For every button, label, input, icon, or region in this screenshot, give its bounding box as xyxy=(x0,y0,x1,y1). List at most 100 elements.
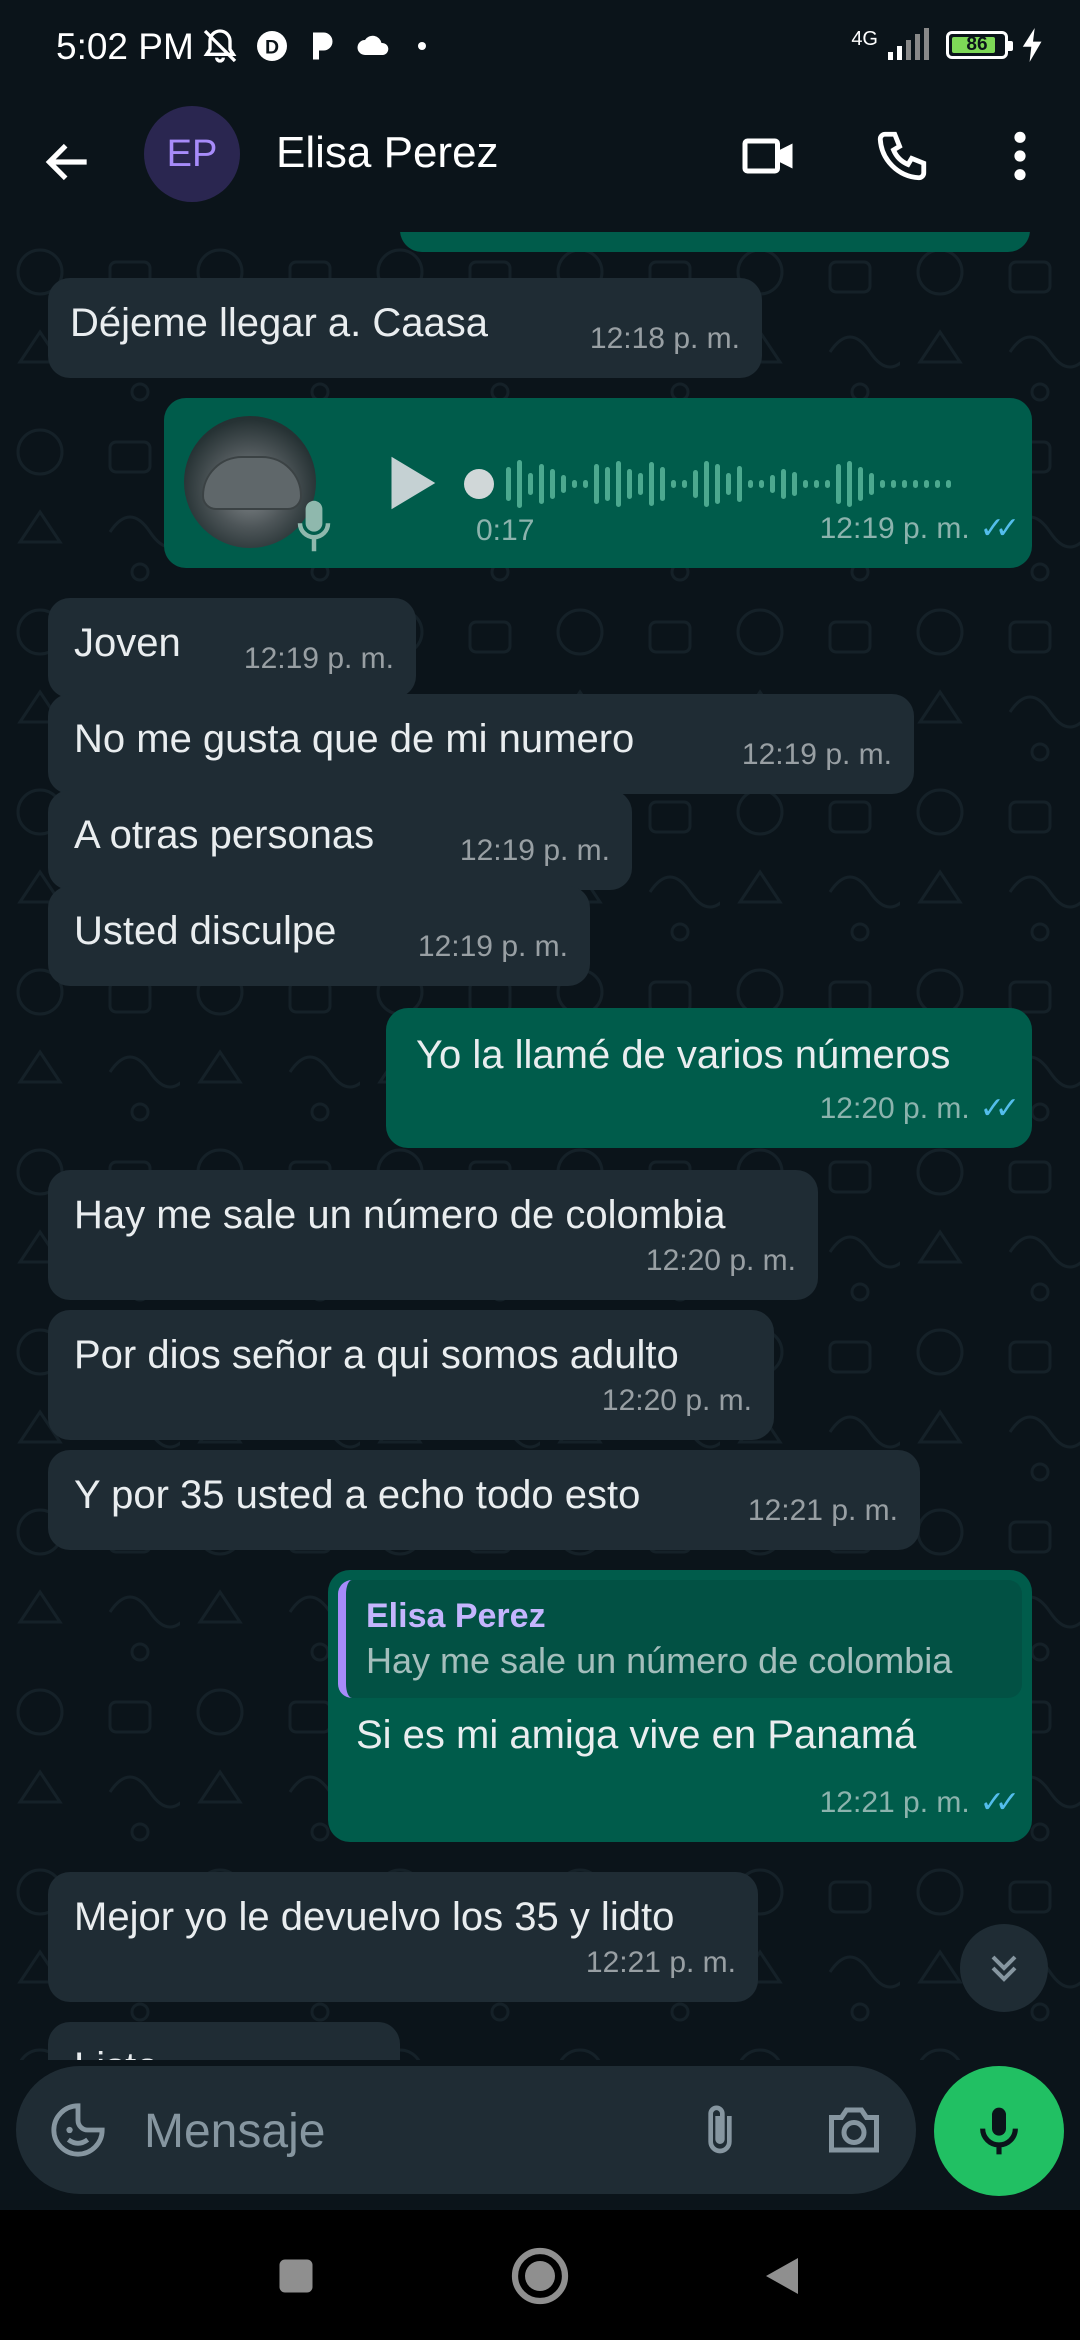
message-input[interactable]: Mensaje xyxy=(144,2104,325,2159)
waveform-bar xyxy=(781,469,786,499)
sticker-smiley-icon xyxy=(51,2103,105,2157)
status-bar: 5:02 PM D 4G 86 xyxy=(0,0,1080,92)
waveform-bar xyxy=(869,473,874,495)
message-text: Yo la llamé de varios números xyxy=(416,1033,951,1077)
waveform-bar xyxy=(880,480,885,488)
chat-header: EP Elisa Perez xyxy=(0,92,1080,233)
play-button[interactable] xyxy=(374,448,444,530)
message-time: 12:20 p. m. xyxy=(819,1092,970,1125)
waveform-bar xyxy=(506,467,511,501)
message-bubble[interactable]: Usted disculpe 12:19 p. m. xyxy=(48,886,590,986)
reply-message-bubble[interactable]: Elisa Perez Hay me sale un número de col… xyxy=(328,1570,1032,1842)
message-text: Listo xyxy=(74,2042,374,2060)
waveform-scrubber[interactable] xyxy=(464,469,494,499)
avatar[interactable]: EP xyxy=(144,106,240,202)
waveform-bar xyxy=(770,475,775,493)
home-button[interactable] xyxy=(508,2244,572,2308)
waveform-bar xyxy=(660,467,665,501)
contact-name[interactable]: Elisa Perez xyxy=(276,128,499,178)
message-bubble[interactable]: Déjeme llegar a. Caasa 12:18 p. m. xyxy=(48,278,762,378)
message-bubble[interactable]: Yo la llamé de varios números 12:20 p. m… xyxy=(386,1008,1032,1148)
voice-message-bubble[interactable]: 0:17 12:19 p. m. ✓✓ xyxy=(164,398,1032,568)
waveform-bar xyxy=(759,480,764,488)
message-time: 12:19 p. m. xyxy=(417,930,568,963)
system-icons: 4G 86 xyxy=(851,28,1044,62)
more-notifications-dot-icon xyxy=(418,42,426,50)
message-bubble[interactable]: Por dios señor a qui somos adulto 12:20 … xyxy=(48,1310,774,1440)
message-time: 12:19 p. m. xyxy=(243,642,394,675)
message-time: 12:19 p. m. xyxy=(819,512,970,545)
home-circle-icon xyxy=(511,2247,569,2305)
attach-button[interactable] xyxy=(688,2098,752,2162)
waveform-bar xyxy=(737,466,742,502)
voice-record-button[interactable] xyxy=(934,2066,1064,2196)
message-time: 12:19 p. m. xyxy=(741,738,892,771)
play-icon xyxy=(391,456,436,510)
message-time: 12:18 p. m. xyxy=(589,322,740,355)
message-bubble[interactable]: Hay me sale un número de colombia 12:20 … xyxy=(48,1170,818,1300)
battery-level: 86 xyxy=(966,34,988,55)
avatar-initials: EP xyxy=(166,132,218,175)
quoted-text: Hay me sale un número de colombia xyxy=(366,1640,953,1681)
waveform-bar xyxy=(561,475,566,493)
waveform-bar xyxy=(572,480,577,488)
message-text: Mejor yo le devuelvo los 35 y lidto xyxy=(74,1895,675,1939)
square-icon xyxy=(279,2259,313,2293)
waveform-bar xyxy=(891,480,896,488)
message-bubble[interactable]: Y por 35 usted a echo todo esto 12:21 p.… xyxy=(48,1450,920,1550)
waveform-bar xyxy=(803,480,808,488)
charging-icon xyxy=(1022,28,1042,62)
message-composer: Mensaje xyxy=(0,2060,1080,2210)
video-call-button[interactable] xyxy=(738,124,802,188)
message-input-container[interactable]: Mensaje xyxy=(16,2066,916,2194)
more-options-button[interactable] xyxy=(988,124,1052,188)
recents-button[interactable] xyxy=(264,2244,328,2308)
paperclip-icon xyxy=(708,2105,732,2154)
waveform-bar xyxy=(594,464,599,504)
camera-icon xyxy=(829,2107,879,2153)
waveform-bar xyxy=(825,480,830,488)
waveform-bar xyxy=(836,464,841,504)
quoted-sender: Elisa Perez xyxy=(366,1597,546,1635)
waveform-bar xyxy=(913,480,918,488)
quoted-message[interactable]: Elisa Perez Hay me sale un número de col… xyxy=(338,1580,1022,1698)
message-bubble[interactable]: No me gusta que de mi numero 12:19 p. m. xyxy=(48,694,914,794)
system-back-button[interactable] xyxy=(750,2244,814,2308)
waveform-bar xyxy=(638,473,643,495)
waveform-bar xyxy=(726,473,731,495)
message-bubble[interactable]: Mejor yo le devuelvo los 35 y lidto 12:2… xyxy=(48,1872,758,2002)
message-time: 12:19 p. m. xyxy=(459,834,610,867)
svg-text:D: D xyxy=(265,37,279,59)
waveform-bar xyxy=(627,469,632,499)
waveform-bar xyxy=(704,461,709,507)
message-time: 12:21 p. m. xyxy=(819,1786,970,1819)
waveform-bar xyxy=(935,480,940,488)
camera-button[interactable] xyxy=(822,2098,886,2162)
waveform-bar xyxy=(682,480,687,488)
message-time: 12:20 p. m. xyxy=(645,1244,796,1277)
waveform-bar xyxy=(902,480,907,488)
message-text: Si es mi amiga vive en Panamá xyxy=(356,1713,917,1757)
phone-icon xyxy=(877,131,927,181)
microphone-icon xyxy=(980,2107,1018,2155)
waveform-bar xyxy=(649,462,654,506)
message-bubble[interactable]: Joven 12:19 p. m. xyxy=(48,598,416,698)
message-bubble-partial xyxy=(400,232,1030,252)
sticker-button[interactable] xyxy=(46,2098,110,2162)
message-bubble-partial[interactable]: Listo xyxy=(48,2022,400,2060)
cloud-icon xyxy=(357,35,389,55)
d-app-icon: D xyxy=(257,31,287,61)
scroll-to-bottom-button[interactable] xyxy=(960,1924,1048,2012)
waveform-bar xyxy=(539,464,544,504)
message-bubble[interactable]: A otras personas 12:19 p. m. xyxy=(48,790,632,890)
arrow-left-icon xyxy=(45,143,87,181)
back-button[interactable] xyxy=(40,134,96,190)
chat-area[interactable]: Déjeme llegar a. Caasa 12:18 p. m. 0:17 … xyxy=(0,232,1080,2060)
battery-icon: 86 xyxy=(946,31,1013,59)
voice-call-button[interactable] xyxy=(870,124,934,188)
waveform-bar xyxy=(616,461,621,507)
waveform-bar xyxy=(748,480,753,488)
waveform-bar xyxy=(924,480,929,488)
read-receipt-icon: ✓✓ xyxy=(979,1092,1020,1125)
waveform-bar xyxy=(517,460,522,508)
